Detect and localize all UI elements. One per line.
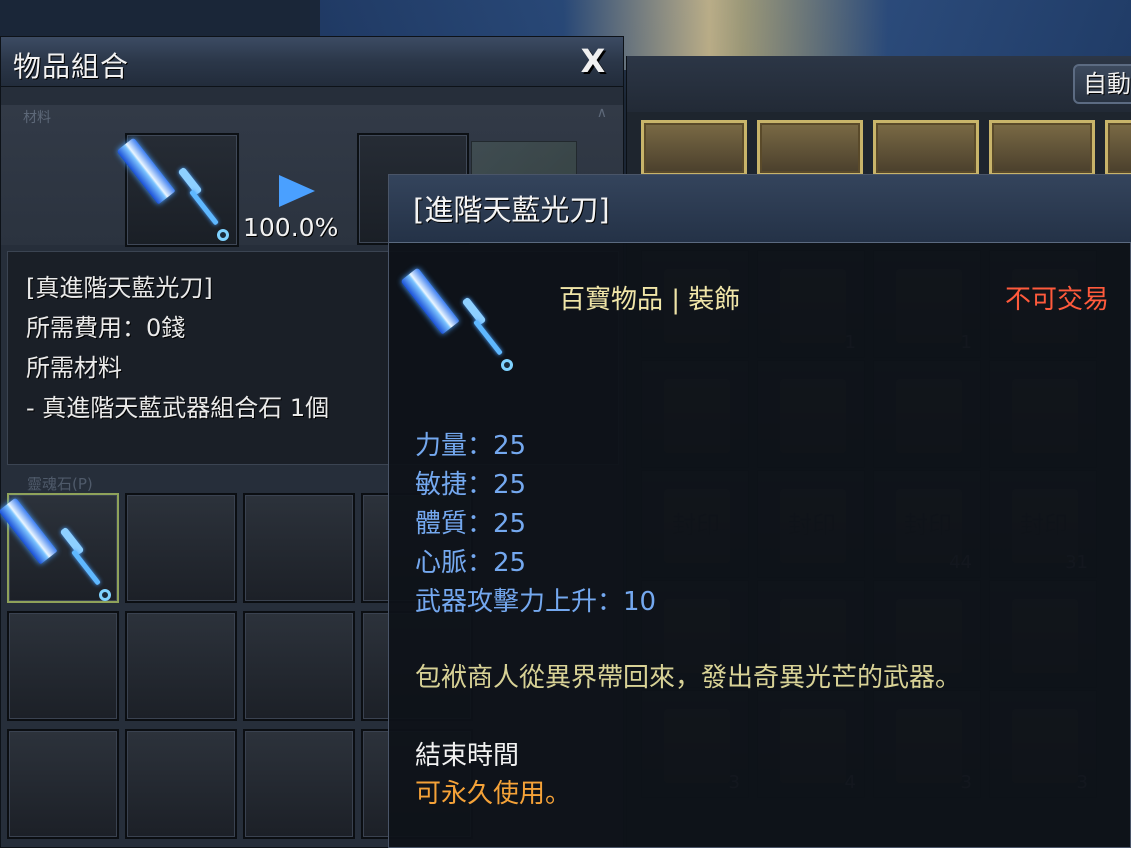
stat-meridian: 心脈：25 — [415, 548, 527, 578]
bag-header: 自動 — [627, 56, 1131, 112]
material-section-label: 材料 — [23, 110, 51, 126]
inventory-slot[interactable] — [125, 729, 237, 839]
stat-constitution: 體質：25 — [415, 509, 527, 539]
close-button[interactable]: X — [575, 43, 611, 79]
portrait-slot[interactable] — [1105, 120, 1131, 176]
stat-weapon-attack: 武器攻擊力上升：10 — [415, 587, 657, 617]
item-tooltip: [進階天藍光刀] 百寶物品 | 裝飾 不可交易 力量：25 敏捷：25 體質：2… — [388, 174, 1131, 848]
inventory-slot[interactable] — [243, 729, 355, 839]
stat-strength: 力量：25 — [415, 431, 527, 461]
item-description: 包袱商人從異界帶回來，發出奇異光芒的武器。 — [415, 663, 962, 693]
item-category: 百寶物品 | 裝飾 — [559, 285, 741, 315]
result-item-name: [真進階天藍光刀] — [26, 274, 213, 302]
blue-sword-icon — [400, 265, 521, 375]
portrait-slot[interactable] — [641, 120, 747, 176]
portrait-slot[interactable] — [757, 120, 863, 176]
tooltip-item-icon — [400, 265, 521, 375]
inventory-slot[interactable] — [125, 611, 237, 721]
play-arrow-icon — [279, 175, 315, 207]
required-fee: 所需費用：0錢 — [26, 314, 186, 342]
inventory-slot[interactable] — [7, 729, 119, 839]
blue-sword-icon — [0, 495, 119, 605]
inventory-slot[interactable] — [7, 611, 119, 721]
source-item-slot[interactable] — [116, 133, 239, 247]
game-screen: 自動 1 1 封印 封印 封印44 封印31 3 4 3 3 物品組合 X — [0, 0, 1131, 848]
combine-title-bar[interactable]: 物品組合 X — [1, 37, 623, 87]
sword-pommel — [217, 229, 229, 241]
tooltip-item-name: [進階天藍光刀] — [413, 193, 610, 227]
trade-status: 不可交易 — [1005, 285, 1110, 315]
sword-pommel — [501, 359, 513, 371]
inventory-slot[interactable] — [243, 493, 355, 603]
inventory-tab-label[interactable]: 靈魂石(P) — [27, 473, 93, 494]
sword-pommel — [99, 589, 111, 601]
required-material-item: - 真進階天藍武器組合石 1個 — [26, 394, 330, 422]
inventory-slot[interactable] — [0, 493, 119, 605]
portrait-slot[interactable] — [873, 120, 979, 176]
sword-hilt — [473, 319, 503, 356]
sword-blade — [400, 267, 460, 335]
end-time-label: 結束時間 — [415, 741, 520, 771]
sword-hilt — [71, 549, 101, 586]
inventory-slot[interactable] — [125, 493, 237, 603]
sword-hilt — [189, 189, 219, 226]
sword-blade — [0, 497, 58, 565]
required-materials-label: 所需材料 — [26, 354, 122, 382]
background-art-left — [0, 0, 320, 40]
inventory-slot[interactable] — [243, 611, 355, 721]
collapse-arrow-icon[interactable]: ∧ — [597, 105, 607, 121]
end-time-value: 可永久使用。 — [415, 779, 572, 809]
window-title: 物品組合 — [13, 50, 130, 83]
auto-sort-button[interactable]: 自動 — [1073, 64, 1131, 104]
blue-sword-icon — [116, 135, 237, 245]
stat-agility: 敏捷：25 — [415, 470, 527, 500]
success-rate: 100.0% — [243, 213, 339, 242]
tooltip-title-bar: [進階天藍光刀] — [389, 175, 1131, 243]
sword-blade — [116, 137, 176, 205]
portrait-slot[interactable] — [989, 120, 1095, 176]
